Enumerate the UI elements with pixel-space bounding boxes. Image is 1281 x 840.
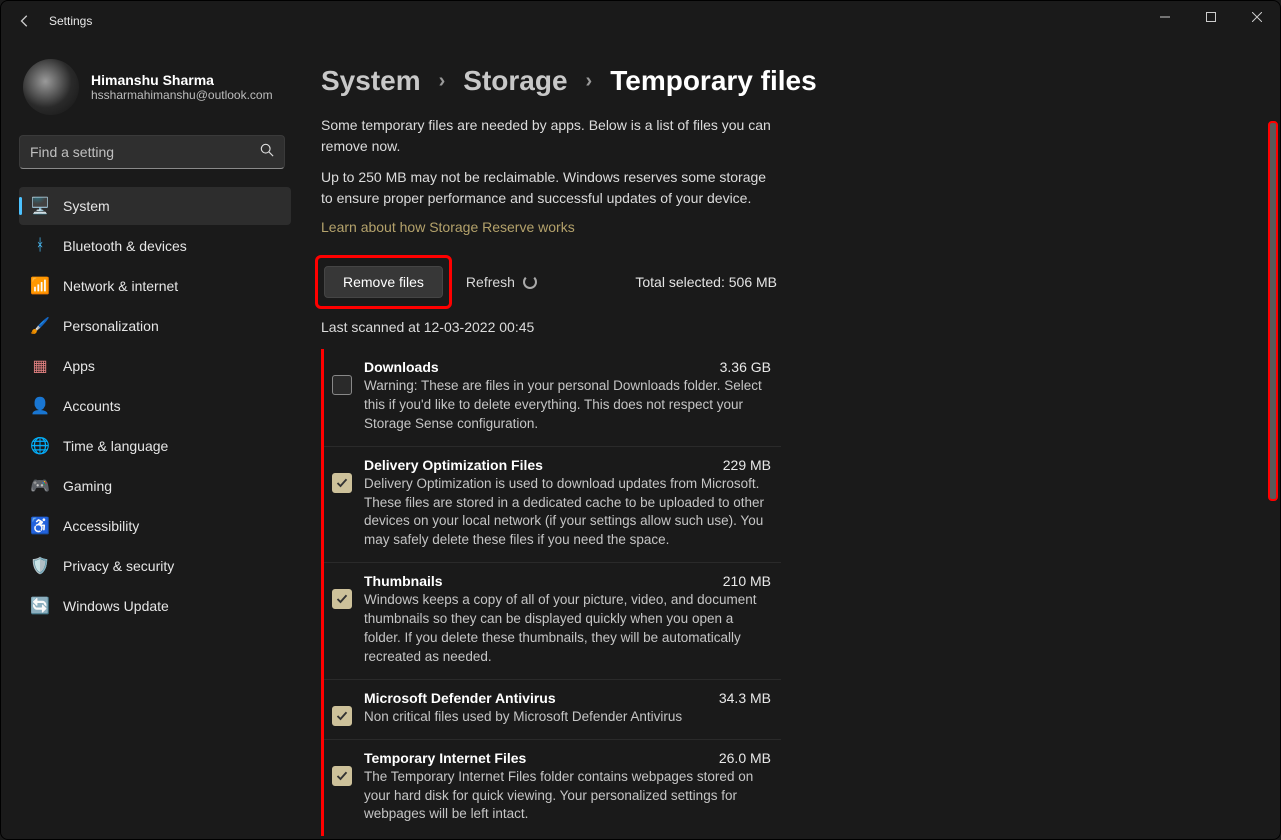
- refresh-label: Refresh: [466, 274, 515, 290]
- sidebar-item-apps[interactable]: ▦ Apps: [19, 347, 291, 385]
- bluetooth-devices-icon: ᚼ: [31, 237, 49, 255]
- file-size: 26.0 MB: [719, 750, 771, 766]
- user-name: Himanshu Sharma: [91, 72, 273, 88]
- file-checkbox[interactable]: [332, 473, 352, 493]
- sidebar-item-label: Privacy & security: [63, 558, 174, 574]
- last-scanned: Last scanned at 12-03-2022 00:45: [321, 319, 781, 335]
- nav: 🖥️ System ᚼ Bluetooth & devices 📶 Network & i…: [19, 187, 291, 625]
- file-item[interactable]: Delivery Optimization Files 229 MB Deliver…: [324, 446, 781, 563]
- file-size: 229 MB: [723, 457, 771, 473]
- sidebar-item-accessibility[interactable]: ♿ Accessibility: [19, 507, 291, 545]
- user-block[interactable]: Himanshu Sharma hssharmahimanshu@outlook…: [19, 59, 291, 129]
- spinner-icon: [523, 275, 537, 289]
- chevron-right-icon: ›: [586, 70, 593, 93]
- minimize-button[interactable]: [1142, 1, 1188, 33]
- total-selected: Total selected: 506 MB: [635, 274, 781, 290]
- file-checkbox[interactable]: [332, 706, 352, 726]
- maximize-button[interactable]: [1188, 1, 1234, 33]
- system-icon: 🖥️: [31, 197, 49, 215]
- user-email: hssharmahimanshu@outlook.com: [91, 88, 273, 102]
- sidebar-item-label: System: [63, 198, 110, 214]
- scrollbar-highlight[interactable]: [1268, 121, 1278, 501]
- file-checkbox[interactable]: [332, 766, 352, 786]
- refresh-button[interactable]: Refresh: [466, 274, 537, 290]
- file-list: Downloads 3.36 GB Warning: These are files…: [321, 349, 781, 836]
- sidebar-item-system[interactable]: 🖥️ System: [19, 187, 291, 225]
- search-input[interactable]: [30, 144, 260, 160]
- sidebar-item-label: Time & language: [63, 438, 168, 454]
- personalization-icon: 🖌️: [31, 317, 49, 335]
- file-item[interactable]: Downloads 3.36 GB Warning: These are files…: [324, 349, 781, 446]
- breadcrumb-storage[interactable]: Storage: [463, 65, 567, 97]
- sidebar-item-label: Windows Update: [63, 598, 169, 614]
- storage-reserve-link[interactable]: Learn about how Storage Reserve works: [321, 219, 575, 235]
- main-content: System › Storage › Temporary files Some …: [301, 41, 1280, 839]
- remove-highlight: Remove files: [315, 255, 452, 309]
- accessibility-icon: ♿: [31, 517, 49, 535]
- file-desc: The Temporary Internet Files folder cont…: [364, 768, 771, 825]
- file-item[interactable]: Temporary Internet Files 26.0 MB The Tempo…: [324, 739, 781, 837]
- sidebar-item-accounts[interactable]: 👤 Accounts: [19, 387, 291, 425]
- sidebar-item-label: Accessibility: [63, 518, 139, 534]
- avatar: [23, 59, 79, 115]
- sidebar-item-label: Apps: [63, 358, 95, 374]
- file-item[interactable]: Microsoft Defender Antivirus 34.3 MB Non c…: [324, 679, 781, 739]
- file-title: Downloads: [364, 359, 439, 375]
- file-desc: Windows keeps a copy of all of your pict…: [364, 591, 771, 667]
- search-box[interactable]: [19, 135, 285, 169]
- sidebar-item-time-language[interactable]: 🌐 Time & language: [19, 427, 291, 465]
- gaming-icon: 🎮: [31, 477, 49, 495]
- privacy-security-icon: 🛡️: [31, 557, 49, 575]
- sidebar-item-personalization[interactable]: 🖌️ Personalization: [19, 307, 291, 345]
- file-item[interactable]: Thumbnails 210 MB Windows keeps a copy of …: [324, 562, 781, 679]
- network-internet-icon: 📶: [31, 277, 49, 295]
- apps-icon: ▦: [31, 357, 49, 375]
- search-icon: [260, 143, 274, 162]
- back-button[interactable]: [9, 5, 41, 37]
- remove-files-button[interactable]: Remove files: [324, 266, 443, 298]
- file-size: 3.36 GB: [720, 359, 771, 375]
- sidebar: Himanshu Sharma hssharmahimanshu@outlook…: [1, 41, 301, 839]
- sidebar-item-label: Bluetooth & devices: [63, 238, 187, 254]
- sidebar-item-label: Gaming: [63, 478, 112, 494]
- intro-desc-1: Some temporary files are needed by apps.…: [321, 115, 781, 157]
- file-desc: Delivery Optimization is used to downloa…: [364, 475, 771, 551]
- file-desc: Warning: These are files in your persona…: [364, 377, 771, 434]
- window-title: Settings: [49, 14, 92, 28]
- accounts-icon: 👤: [31, 397, 49, 415]
- sidebar-item-label: Network & internet: [63, 278, 178, 294]
- breadcrumb-current: Temporary files: [610, 65, 816, 97]
- close-button[interactable]: [1234, 1, 1280, 33]
- time-language-icon: 🌐: [31, 437, 49, 455]
- chevron-right-icon: ›: [439, 70, 446, 93]
- sidebar-item-network-internet[interactable]: 📶 Network & internet: [19, 267, 291, 305]
- file-size: 34.3 MB: [719, 690, 771, 706]
- sidebar-item-windows-update[interactable]: 🔄 Windows Update: [19, 587, 291, 625]
- sidebar-item-label: Personalization: [63, 318, 159, 334]
- intro-desc-2: Up to 250 MB may not be reclaimable. Win…: [321, 167, 781, 209]
- sidebar-item-privacy-security[interactable]: 🛡️ Privacy & security: [19, 547, 291, 585]
- file-title: Thumbnails: [364, 573, 443, 589]
- file-title: Delivery Optimization Files: [364, 457, 543, 473]
- sidebar-item-label: Accounts: [63, 398, 121, 414]
- sidebar-item-gaming[interactable]: 🎮 Gaming: [19, 467, 291, 505]
- file-desc: Non critical files used by Microsoft Def…: [364, 708, 771, 727]
- file-title: Microsoft Defender Antivirus: [364, 690, 556, 706]
- titlebar: Settings: [1, 1, 1280, 41]
- file-title: Temporary Internet Files: [364, 750, 526, 766]
- window-controls: [1142, 1, 1280, 33]
- windows-update-icon: 🔄: [31, 597, 49, 615]
- breadcrumb: System › Storage › Temporary files: [321, 65, 1272, 97]
- sidebar-item-bluetooth-devices[interactable]: ᚼ Bluetooth & devices: [19, 227, 291, 265]
- breadcrumb-system[interactable]: System: [321, 65, 421, 97]
- file-checkbox[interactable]: [332, 375, 352, 395]
- file-checkbox[interactable]: [332, 589, 352, 609]
- file-size: 210 MB: [723, 573, 771, 589]
